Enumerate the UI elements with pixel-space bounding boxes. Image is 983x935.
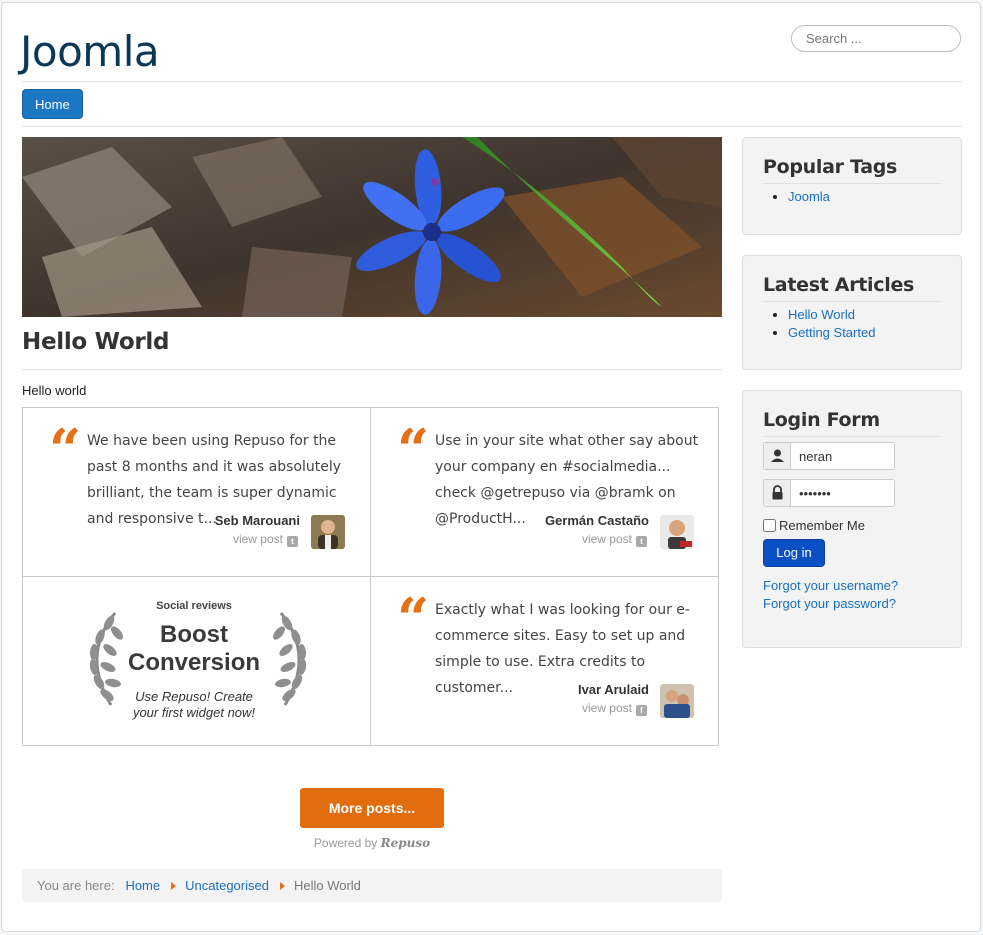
twitter-icon: t bbox=[636, 536, 647, 547]
view-post-link[interactable]: view post t bbox=[582, 532, 647, 547]
promo-headline: Boost Conversion bbox=[23, 621, 365, 677]
module-divider bbox=[763, 301, 941, 302]
remember-me[interactable]: Remember Me bbox=[763, 518, 865, 533]
breadcrumb-current: Hello World bbox=[293, 878, 361, 893]
view-post-label: view post bbox=[581, 701, 632, 715]
powered-by-label: Powered by bbox=[313, 836, 378, 850]
testimonial-card[interactable]: “ Use in your site what other say about … bbox=[371, 408, 719, 577]
avatar bbox=[311, 515, 345, 549]
promo-headline-line: Conversion bbox=[127, 649, 261, 676]
remember-me-label: Remember Me bbox=[779, 518, 865, 533]
testimonial-card[interactable]: “ Exactly what I was looking for our e-c… bbox=[371, 577, 719, 746]
view-post-link[interactable]: view post f bbox=[582, 701, 647, 716]
avatar bbox=[660, 684, 694, 718]
page: Joomla Home bbox=[1, 2, 981, 932]
article-title[interactable]: Hello World bbox=[22, 329, 169, 355]
latest-articles-module: Latest Articles Hello World Getting Star… bbox=[742, 255, 962, 370]
testimonial-grid: “ We have been using Repuso for the past… bbox=[22, 407, 719, 746]
breadcrumb-label: You are here: bbox=[37, 878, 115, 893]
popular-tags-module: Popular Tags Joomla bbox=[742, 137, 962, 235]
promo-subtext-line: your first widget now! bbox=[132, 705, 256, 720]
promo-subtext-line: Use Repuso! Create bbox=[135, 689, 253, 704]
powered-by[interactable]: Powered by Repuso bbox=[300, 836, 444, 850]
lock-icon bbox=[764, 480, 791, 506]
user-icon bbox=[764, 443, 791, 469]
view-post-link[interactable]: view post t bbox=[233, 532, 298, 547]
quote-icon: “ bbox=[397, 417, 430, 483]
header-divider bbox=[22, 81, 962, 82]
quote-icon: “ bbox=[397, 586, 430, 652]
nav-home-button[interactable]: Home bbox=[22, 89, 83, 119]
list-item: Getting Started bbox=[788, 324, 875, 342]
breadcrumb-home-link[interactable]: Home bbox=[125, 878, 160, 893]
article-link-getting-started[interactable]: Getting Started bbox=[788, 325, 875, 340]
view-post-label: view post bbox=[232, 532, 283, 546]
twitter-icon: t bbox=[287, 536, 298, 547]
promo-kicker: Social reviews bbox=[156, 600, 232, 612]
module-title: Popular Tags bbox=[763, 156, 898, 178]
remember-me-checkbox[interactable] bbox=[763, 519, 776, 532]
testimonial-author: Germán Castaño bbox=[544, 513, 649, 528]
quote-icon: “ bbox=[49, 417, 82, 483]
username-field bbox=[763, 442, 895, 470]
tag-link-joomla[interactable]: Joomla bbox=[788, 189, 830, 204]
forgot-password-link[interactable]: Forgot your password? bbox=[763, 596, 896, 611]
username-input[interactable] bbox=[792, 443, 894, 469]
repuso-logo: Repuso bbox=[380, 836, 431, 850]
testimonial-author: Seb Marouani bbox=[214, 513, 300, 528]
list-item: Hello World bbox=[788, 306, 875, 324]
search-input[interactable] bbox=[791, 25, 961, 52]
breadcrumb-separator-icon bbox=[171, 882, 177, 890]
breadcrumb: You are here: Home Uncategorised Hello Wor… bbox=[22, 869, 722, 902]
view-post-label: view post bbox=[581, 532, 632, 546]
facebook-icon: f bbox=[636, 705, 647, 716]
forgot-username-link[interactable]: Forgot your username? bbox=[763, 578, 898, 593]
more-posts-button[interactable]: More posts... bbox=[300, 788, 444, 828]
article-link-hello-world[interactable]: Hello World bbox=[788, 307, 855, 322]
promo-subtext: Use Repuso! Create your first widget now… bbox=[23, 689, 365, 721]
module-title: Latest Articles bbox=[763, 274, 915, 296]
module-divider bbox=[763, 436, 941, 437]
password-input[interactable] bbox=[792, 480, 894, 506]
tag-list: Joomla bbox=[763, 188, 830, 206]
article-hero-image bbox=[22, 137, 722, 317]
title-divider bbox=[22, 369, 722, 370]
breadcrumb-category-link[interactable]: Uncategorised bbox=[185, 878, 269, 893]
nav-divider bbox=[22, 126, 962, 127]
site-brand[interactable]: Joomla bbox=[20, 27, 160, 76]
module-title: Login Form bbox=[763, 409, 880, 431]
module-divider bbox=[763, 183, 941, 184]
avatar bbox=[660, 515, 694, 549]
testimonial-card[interactable]: “ We have been using Repuso for the past… bbox=[23, 408, 371, 577]
promo-headline-line: Boost bbox=[160, 621, 228, 648]
list-item: Joomla bbox=[788, 188, 830, 206]
password-field bbox=[763, 479, 895, 507]
breadcrumb-separator-icon bbox=[279, 882, 285, 890]
login-module: Login Form Remember Me Log in Forgot you… bbox=[742, 390, 962, 648]
login-button[interactable]: Log in bbox=[763, 539, 825, 567]
testimonial-author: Ivar Arulaid bbox=[577, 682, 649, 697]
article-list: Hello World Getting Started bbox=[763, 306, 875, 342]
promo-card[interactable]: Social reviews Boost Conversion Use Repu… bbox=[23, 577, 371, 746]
article-intro: Hello world bbox=[22, 383, 87, 398]
